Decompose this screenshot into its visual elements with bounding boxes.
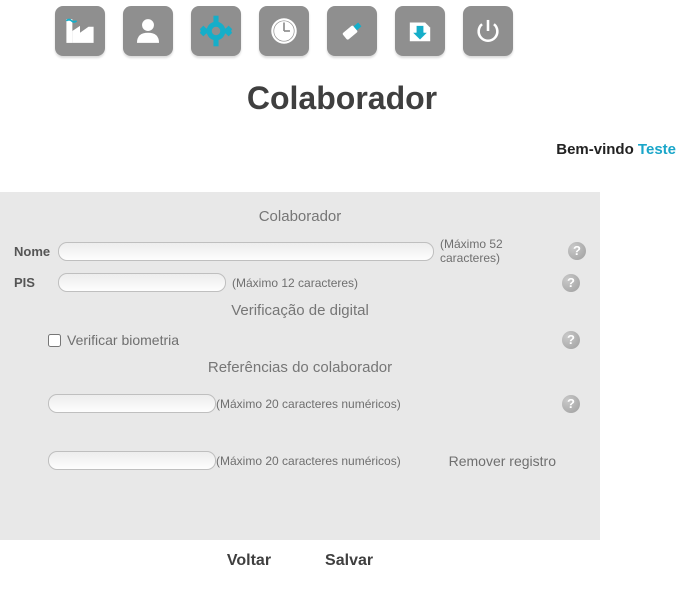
hint-nome: (Máximo 52 caracteres)	[440, 237, 562, 265]
row-ref1: (Máximo 20 caracteres numéricos) ?	[0, 384, 600, 423]
input-nome[interactable]	[58, 242, 434, 261]
input-ref2[interactable]	[48, 451, 216, 470]
gear-icon	[199, 14, 233, 48]
help-biometria[interactable]: ?	[562, 331, 580, 349]
checkbox-biometria[interactable]	[48, 334, 61, 347]
welcome-prefix: Bem-vindo	[556, 141, 638, 158]
page-title: Colaborador	[0, 80, 684, 117]
label-biometria: Verificar biometria	[67, 332, 179, 348]
clock-icon	[267, 14, 301, 48]
download-icon	[403, 14, 437, 48]
row-pis: PIS (Máximo 12 caracteres) ?	[0, 269, 600, 296]
hint-ref1: (Máximo 20 caracteres numéricos)	[216, 397, 401, 411]
salvar-button[interactable]: Salvar	[325, 552, 373, 570]
user-icon	[131, 14, 165, 48]
power-icon	[471, 14, 505, 48]
row-ref2: (Máximo 20 caracteres numéricos) Remover…	[0, 441, 600, 480]
welcome-text: Bem-vindo Teste	[0, 141, 684, 158]
form-panel: Colaborador Nome (Máximo 52 caracteres) …	[0, 192, 600, 540]
user-button[interactable]	[123, 6, 173, 56]
hint-ref2: (Máximo 20 caracteres numéricos)	[216, 454, 401, 468]
input-ref1[interactable]	[48, 394, 216, 413]
row-biometria: Verificar biometria ?	[0, 327, 600, 353]
download-button[interactable]	[395, 6, 445, 56]
section-digital: Verificação de digital	[0, 302, 600, 319]
help-ref1[interactable]: ?	[562, 395, 580, 413]
power-button[interactable]	[463, 6, 513, 56]
row-nome: Nome (Máximo 52 caracteres) ?	[0, 233, 600, 269]
help-pis[interactable]: ?	[562, 274, 580, 292]
settings-button[interactable]	[191, 6, 241, 56]
voltar-button[interactable]: Voltar	[227, 552, 271, 570]
hint-pis: (Máximo 12 caracteres)	[232, 276, 358, 290]
section-referencias: Referências do colaborador	[0, 359, 600, 376]
input-pis[interactable]	[58, 273, 226, 292]
section-colaborador: Colaborador	[0, 208, 600, 225]
label-nome: Nome	[14, 244, 52, 259]
top-toolbar	[0, 0, 684, 56]
label-pis: PIS	[14, 275, 52, 290]
footer-actions: Voltar Salvar	[0, 540, 600, 582]
clock-button[interactable]	[259, 6, 309, 56]
usb-button[interactable]	[327, 6, 377, 56]
help-nome[interactable]: ?	[568, 242, 586, 260]
factory-icon	[63, 14, 97, 48]
remove-registro-link[interactable]: Remover registro	[449, 453, 556, 469]
factory-button[interactable]	[55, 6, 105, 56]
welcome-user: Teste	[638, 141, 676, 158]
usb-icon	[335, 14, 369, 48]
